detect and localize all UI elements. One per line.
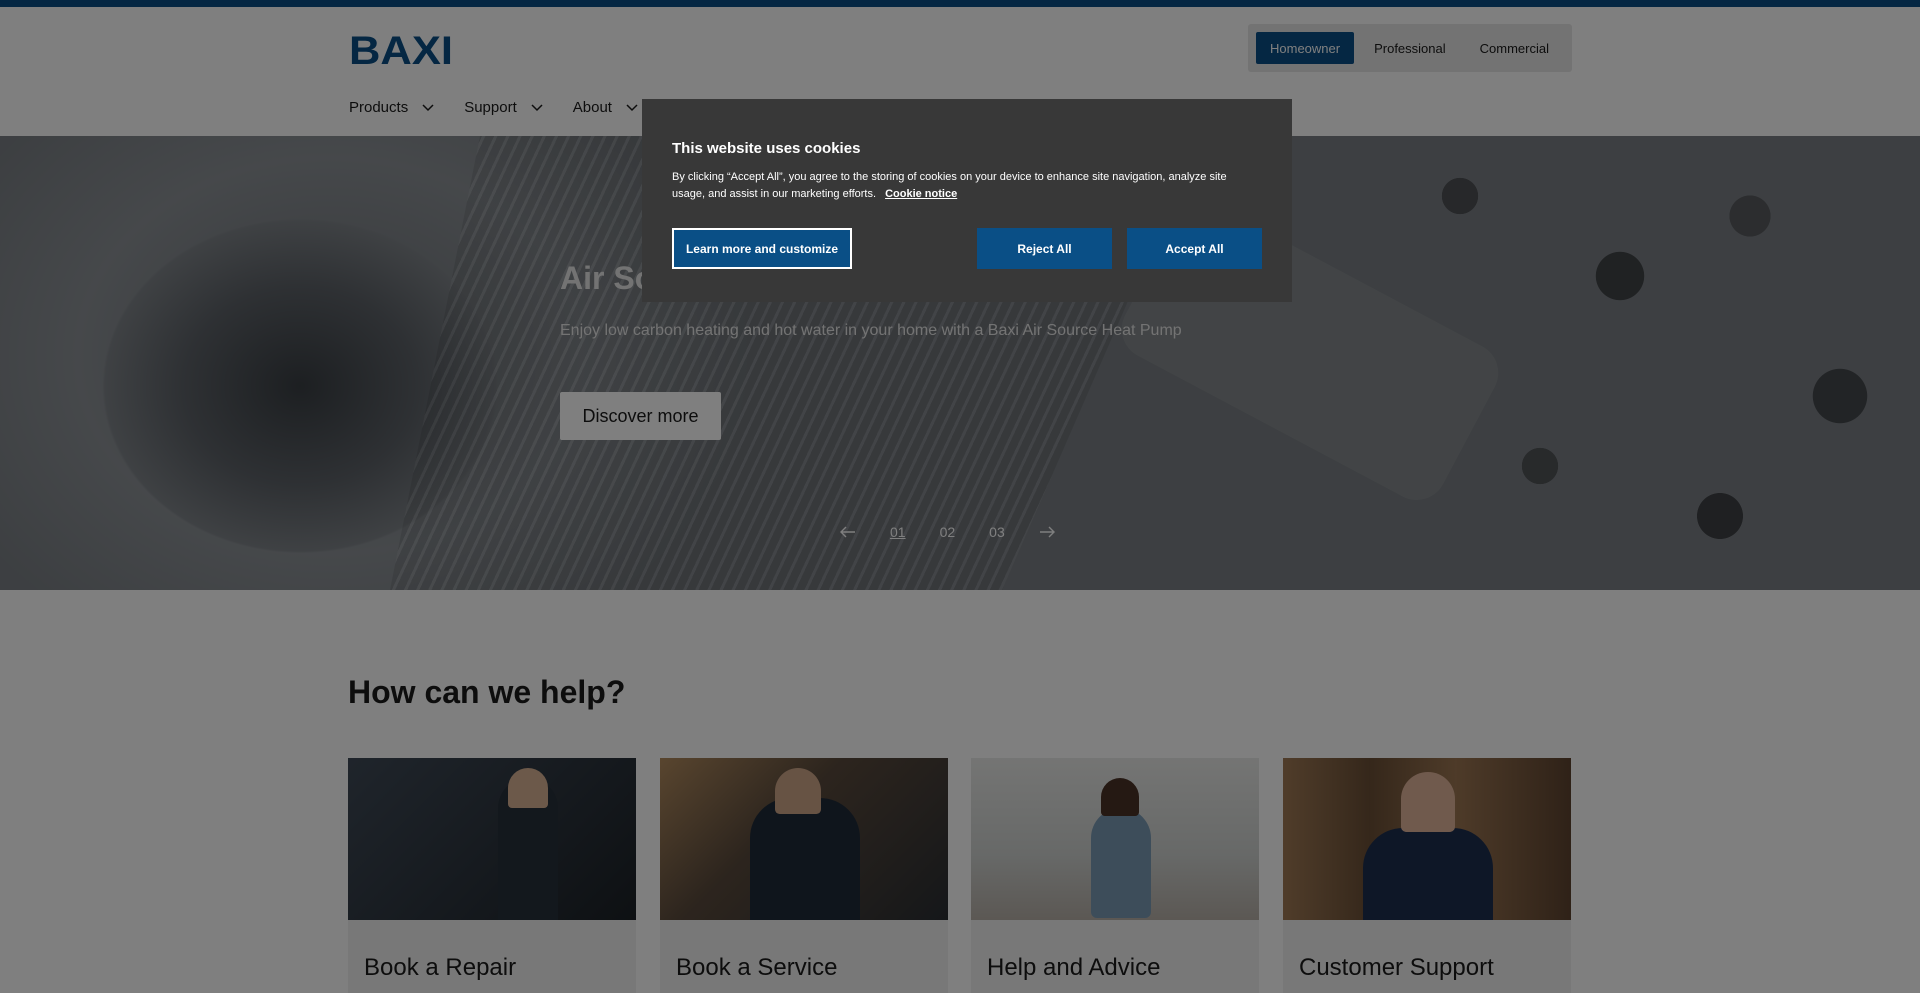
accept-all-button[interactable]: Accept All [1127,228,1262,269]
cookie-dialog-title: This website uses cookies [672,140,861,157]
reject-all-button[interactable]: Reject All [977,228,1112,269]
cookie-consent-dialog: This website uses cookies By clicking “A… [642,99,1292,302]
learn-more-customize-button[interactable]: Learn more and customize [672,228,852,269]
cookie-dialog-text: By clicking “Accept All”, you agree to t… [672,169,1262,203]
cookie-notice-link[interactable]: Cookie notice [885,188,957,200]
